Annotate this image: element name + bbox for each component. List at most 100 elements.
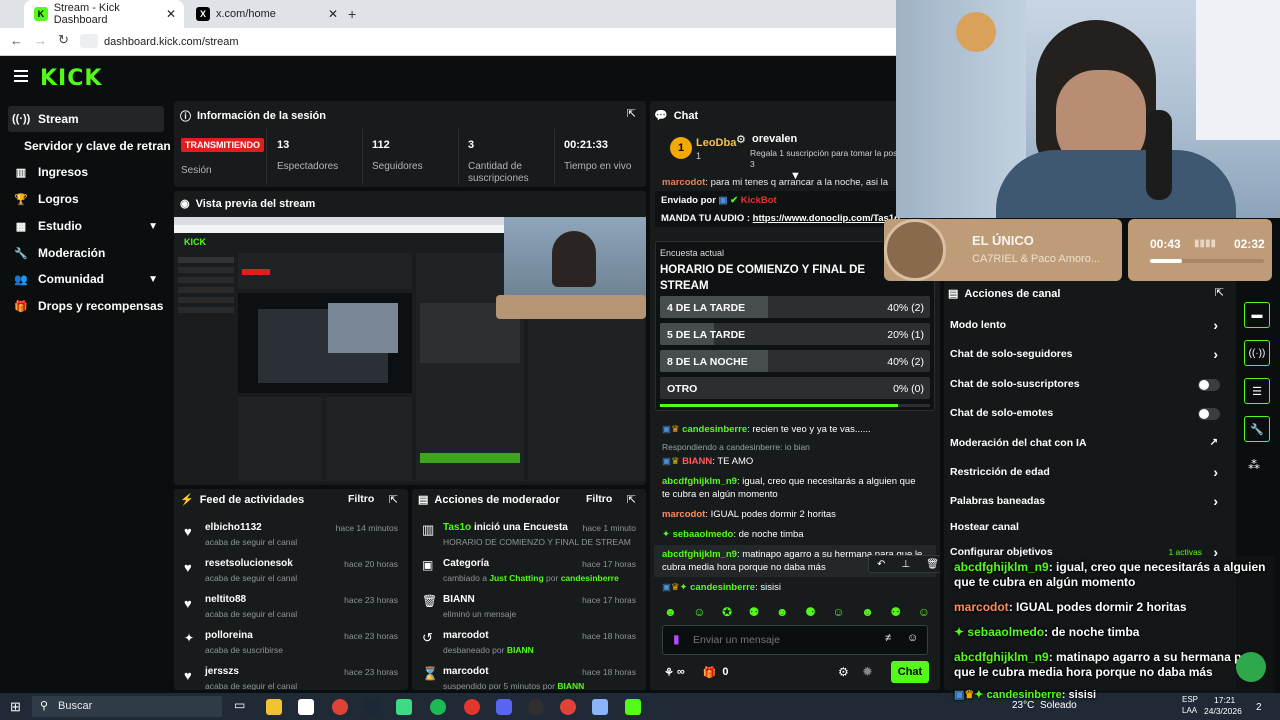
app-icon[interactable] [592,699,608,715]
heart-icon: ♥ [184,560,192,575]
emote-icon[interactable]: ☺ [693,605,705,621]
stream-preview-video[interactable]: KICK [174,217,646,483]
delete-icon[interactable]: 🗑 [926,559,939,570]
popout-icon[interactable]: ⇱ [627,107,636,120]
steam-icon[interactable] [364,699,380,715]
taskbar-search[interactable]: ⚲ Buscar [32,696,222,717]
lang-indicator[interactable]: ESP [1182,695,1198,704]
spotify-icon[interactable] [430,699,446,715]
scroll-down-icon[interactable]: ▼ [790,170,801,182]
channel-action-slow-mode[interactable]: Modo lento › [950,317,1230,337]
file-explorer-icon[interactable] [266,699,282,715]
popout-icon[interactable]: ⇱ [389,493,398,506]
windows-start-icon[interactable]: ⊞ [10,699,21,715]
sidebar-item-server-key[interactable]: Servidor y clave de retransm [20,133,170,159]
reply-icon[interactable]: ↶ [877,559,885,570]
channel-action-followers-only[interactable]: Chat de solo-seguidores › [950,346,1230,366]
apps-icon[interactable]: ⁂ [1248,458,1260,472]
list-item[interactable]: ⌛ marcodot hace 18 horas suspendido por … [412,663,646,690]
mod-tools-icon[interactable]: ✹ [862,664,873,680]
sidebar-item-moderacion[interactable]: 🔧 Moderación [8,240,164,266]
channel-action-host[interactable]: Hostear canal [950,521,1230,539]
list-item[interactable]: ♥ elbicho1132 hace 14 minutos acaba de s… [174,519,408,555]
poll-option[interactable]: 4 DE LA TARDE 40% (2) [660,296,930,320]
sidebar-item-stream[interactable]: ((·)) Stream [8,106,164,132]
close-tab-icon[interactable]: ✕ [166,7,176,21]
obs-icon[interactable] [528,699,544,715]
site-info-icon[interactable] [80,34,98,48]
channel-action-subs-only[interactable]: Chat de solo-suscriptores [950,378,1230,396]
list-item[interactable]: 🗑 BIANN hace 17 horas eliminó un mensaje [412,591,646,627]
emote-icon[interactable]: ☺ [918,605,930,621]
poll-option[interactable]: 8 DE LA NOCHE 40% (2) [660,350,930,374]
points-icon[interactable]: ⚘ [664,666,674,679]
translate-icon[interactable]: ≠ [885,632,891,644]
emote-icon[interactable]: ⚉ [749,605,760,621]
list-item[interactable]: ♥ jersszs hace 23 horas acaba de seguir … [174,663,408,690]
emote-icon[interactable]: ☻ [861,605,874,621]
list-item[interactable]: ♥ neltito88 hace 23 horas acaba de segui… [174,591,408,627]
sidebar-item-drops[interactable]: 🎁 Drops y recompensas [8,293,164,319]
clock-time[interactable]: 17:21 [1214,695,1235,705]
close-tab-icon[interactable]: ✕ [328,7,338,21]
popout-icon[interactable]: ⇱ [627,493,636,506]
emotes-only-toggle[interactable] [1198,408,1220,420]
wrench-icon[interactable]: 🔧 [1244,416,1270,442]
app-icon[interactable] [298,699,314,715]
tab-x-home[interactable]: X x.com/home ✕ [186,0,346,28]
kick-logo[interactable]: KICK [40,66,102,91]
settings-gear-icon[interactable]: ⚙ [838,665,849,679]
notification-icon[interactable]: 2 [1256,702,1262,713]
chat-input[interactable] [693,631,873,649]
popout-icon[interactable]: ⇱ [1215,286,1224,299]
channel-action-age-restriction[interactable]: Restricción de edad › [950,464,1230,484]
sidebar-item-estudio[interactable]: ▦ Estudio ▼ [8,213,164,239]
sidebar-item-comunidad[interactable]: 👥 Comunidad ▼ [8,266,164,292]
subs-only-toggle[interactable] [1198,379,1220,391]
emote-icon[interactable]: ☻ [664,605,677,621]
sidebar-item-ingresos[interactable]: ▥ Ingresos [8,159,164,185]
emoji-icon[interactable]: ☺ [907,632,918,644]
list-icon[interactable]: ☰ [1244,378,1270,404]
kick-app-icon[interactable] [625,699,641,715]
emote-icon[interactable]: ☺ [832,605,844,621]
channel-action-ai-moderation[interactable]: Moderación del chat con IA ↗ [950,437,1230,455]
channel-action-emotes-only[interactable]: Chat de solo-emotes [950,407,1230,425]
poll-option[interactable]: OTRO 0% (0) [660,377,930,401]
list-item[interactable]: ♥ resetsolucionesok hace 20 horas acaba … [174,555,408,591]
filter-button[interactable]: Filtro [348,493,374,505]
emote-icon[interactable]: ☻ [776,605,789,621]
emote-icon[interactable]: ⚉ [890,605,901,621]
back-icon[interactable]: ← [10,33,23,48]
chat-bubble-icon[interactable]: ▬ [1244,302,1270,328]
discord-icon[interactable] [496,699,512,715]
list-item[interactable]: ▥ Tas1o inició una Encuesta hace 1 minut… [412,519,646,555]
sidebar-item-logros[interactable]: 🏆 Logros [8,186,164,212]
chrome-icon[interactable] [560,699,576,715]
clock-date[interactable]: 24/3/2026 [1204,706,1242,716]
sent-link[interactable]: https://www.donoclip.com/Tas1o [753,213,900,224]
pin-icon[interactable]: ⊥ [901,559,910,570]
gift-icon[interactable]: 🎁 [703,666,717,679]
filter-button[interactable]: Filtro [586,493,612,505]
tab-kick-dashboard[interactable]: K Stream - Kick Dashboard ✕ [24,0,184,28]
emote-icon[interactable]: ✪ [722,605,732,621]
send-chat-button[interactable]: Chat [891,661,929,683]
emote-icon[interactable]: ⚈ [805,605,816,621]
channel-action-banned-words[interactable]: Palabras baneadas › [950,493,1230,513]
new-tab-icon[interactable]: + [348,6,356,22]
app-icon[interactable] [396,699,412,715]
list-item[interactable]: ✦ polloreina hace 23 horas acaba de susc… [174,627,408,663]
list-item[interactable]: ↺ marcodot hace 18 horas desbaneado por … [412,627,646,663]
opera-icon[interactable] [464,699,480,715]
list-item[interactable]: ▣ Categoría hace 17 horas cambiado a Jus… [412,555,646,591]
chrome-icon[interactable] [332,699,348,715]
forward-icon[interactable]: → [34,33,47,48]
url-field[interactable]: dashboard.kick.com/stream [104,33,239,51]
poll-option[interactable]: 5 DE LA TARDE 20% (1) [660,323,930,347]
reload-icon[interactable]: ↻ [58,32,69,48]
broadcast-icon[interactable]: ((·)) [1244,340,1270,366]
mic-icon[interactable]: ▮ [673,632,680,646]
menu-icon[interactable] [14,70,28,82]
task-view-icon[interactable]: ▭ [234,698,245,712]
